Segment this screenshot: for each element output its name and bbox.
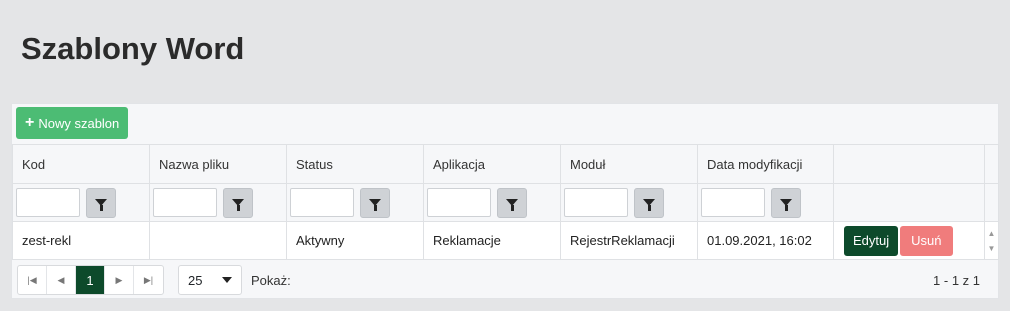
- cell-kod: zest-rekl: [12, 221, 150, 260]
- header-row: Kod Nazwa pliku Status Aplikacja Moduł D…: [12, 144, 999, 184]
- cell-aplikacja: Reklamacje: [423, 221, 561, 260]
- scrollbar-header: [984, 144, 999, 184]
- filter-input-data-modyfikacji[interactable]: [701, 188, 765, 217]
- page-title: Szablony Word: [21, 31, 245, 66]
- new-template-label: Nowy szablon: [38, 115, 120, 131]
- scroll-up-icon[interactable]: ▲: [988, 229, 996, 238]
- templates-grid: Kod Nazwa pliku Status Aplikacja Moduł D…: [12, 144, 999, 260]
- filter-icon: [643, 199, 655, 211]
- page-size-select[interactable]: 25: [178, 265, 242, 295]
- cell-status: Aktywny: [286, 221, 424, 260]
- column-header-data-modyfikacji[interactable]: Data modyfikacji: [697, 144, 834, 184]
- show-label: Pokaż:: [251, 273, 291, 288]
- table-row[interactable]: zest-rekl Aktywny Reklamacje RejestrRekl…: [12, 221, 999, 260]
- pagination: |◀ ◀ 1 ▶ ▶|: [17, 265, 164, 295]
- filter-button-status[interactable]: [360, 187, 390, 218]
- filter-icon: [780, 199, 792, 211]
- scrollbar-filter: [984, 183, 999, 222]
- filter-icon: [506, 199, 518, 211]
- last-page-icon[interactable]: ▶|: [134, 266, 163, 294]
- column-header-status[interactable]: Status: [286, 144, 424, 184]
- filter-icon: [95, 199, 107, 211]
- cell-actions: Edytuj Usuń: [833, 221, 985, 260]
- cell-nazwa-pliku: [149, 221, 287, 260]
- filter-input-aplikacja[interactable]: [427, 188, 491, 217]
- range-info: 1 - 1 z 1: [933, 273, 980, 288]
- next-page-icon[interactable]: ▶: [105, 266, 134, 294]
- templates-card: + Nowy szablon Kod Nazwa pliku Status Ap…: [11, 103, 999, 299]
- scroll-down-icon[interactable]: ▼: [988, 244, 996, 253]
- filter-icon: [232, 199, 244, 211]
- filter-actions-cell: [833, 183, 985, 222]
- chevron-down-icon: [222, 277, 232, 283]
- new-template-button[interactable]: + Nowy szablon: [16, 107, 129, 139]
- first-page-icon[interactable]: |◀: [18, 266, 47, 294]
- column-header-modul[interactable]: Moduł: [560, 144, 698, 184]
- pager: |◀ ◀ 1 ▶ ▶| 25 Pokaż: 1 - 1 z 1: [12, 261, 998, 299]
- filter-input-kod[interactable]: [16, 188, 80, 217]
- filter-icon: [369, 199, 381, 211]
- filter-button-nazwa-pliku[interactable]: [223, 187, 253, 218]
- plus-icon: +: [25, 114, 35, 131]
- column-header-actions: [833, 144, 985, 184]
- column-header-nazwa-pliku[interactable]: Nazwa pliku: [149, 144, 287, 184]
- page-size-value: 25: [188, 272, 203, 288]
- filter-button-kod[interactable]: [86, 187, 116, 218]
- delete-button[interactable]: Usuń: [900, 225, 953, 256]
- column-header-aplikacja[interactable]: Aplikacja: [423, 144, 561, 184]
- filter-input-status[interactable]: [290, 188, 354, 217]
- previous-page-icon[interactable]: ◀: [47, 266, 76, 294]
- filter-button-modul[interactable]: [634, 187, 664, 218]
- toolbar: + Nowy szablon: [12, 104, 998, 144]
- cell-data-modyfikacji: 01.09.2021, 16:02: [697, 221, 834, 260]
- column-header-kod[interactable]: Kod: [12, 144, 150, 184]
- filter-input-nazwa-pliku[interactable]: [153, 188, 217, 217]
- edit-button[interactable]: Edytuj: [844, 225, 899, 256]
- vertical-scrollbar[interactable]: ▲ ▼: [984, 221, 999, 260]
- filter-button-aplikacja[interactable]: [497, 187, 527, 218]
- filter-row: [12, 183, 999, 222]
- filter-input-modul[interactable]: [564, 188, 628, 217]
- cell-modul: RejestrReklamacji: [560, 221, 698, 260]
- page-button-current[interactable]: 1: [76, 266, 105, 294]
- filter-button-data-modyfikacji[interactable]: [771, 187, 801, 218]
